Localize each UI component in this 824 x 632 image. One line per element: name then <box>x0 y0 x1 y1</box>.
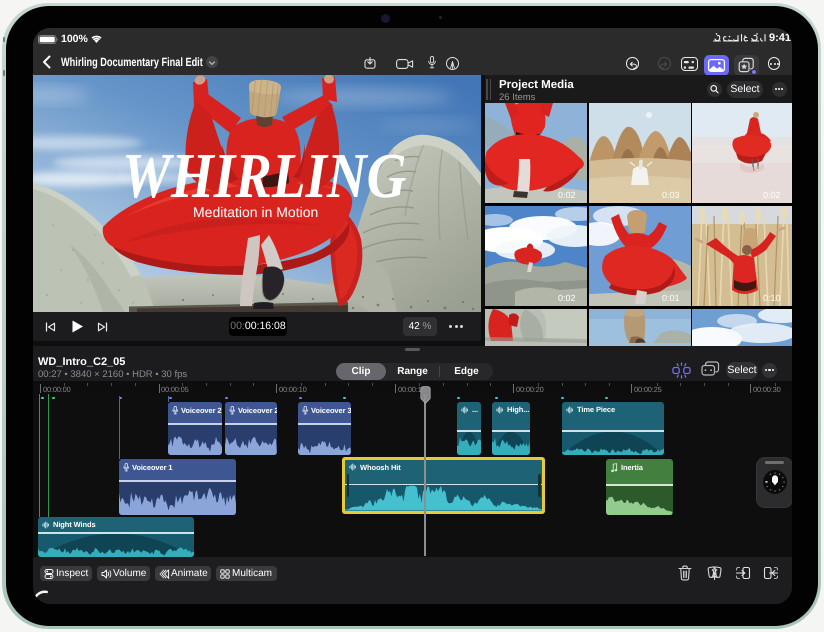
svg-text:0:10: 0:10 <box>763 293 781 303</box>
svg-text:0:03: 0:03 <box>662 190 680 200</box>
svg-text:0:02: 0:02 <box>558 293 576 303</box>
svg-text:0:01: 0:01 <box>662 293 680 303</box>
svg-text:0:02: 0:02 <box>558 190 576 200</box>
svg-text:0:02: 0:02 <box>763 190 781 200</box>
